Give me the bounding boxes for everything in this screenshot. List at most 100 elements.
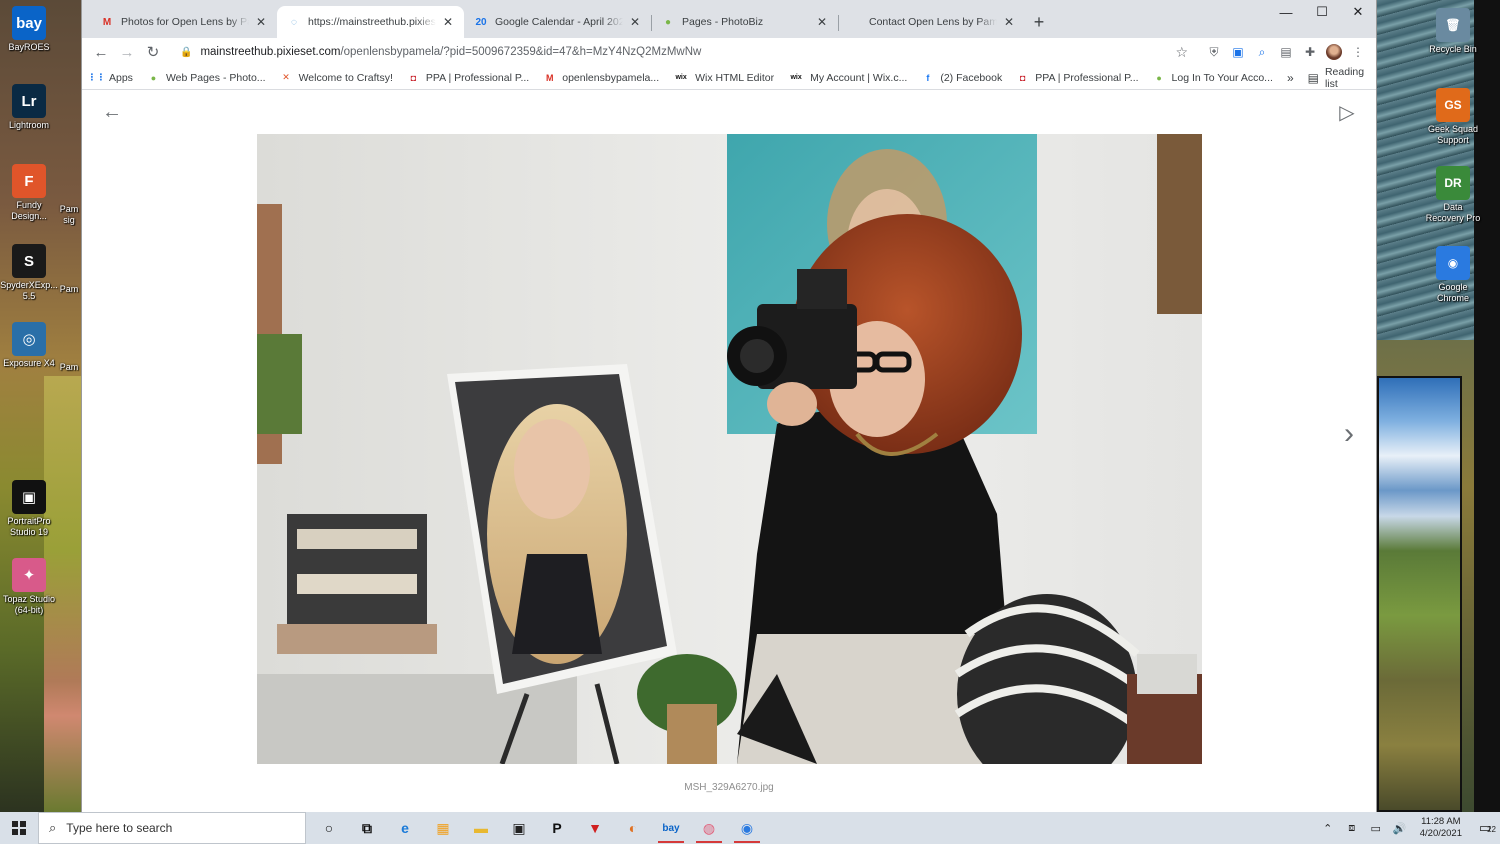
desktop-icon[interactable]: ◎ Exposure X4 bbox=[0, 322, 58, 369]
wallpaper-landscape bbox=[1377, 376, 1462, 812]
bookmark-label: (2) Facebook bbox=[940, 71, 1003, 84]
next-photo-icon[interactable]: › bbox=[1335, 417, 1363, 450]
reading-list-icon[interactable]: ▤ bbox=[1308, 71, 1319, 85]
bookmark-favicon-icon: ⋮⋮ bbox=[87, 72, 106, 82]
profile-avatar[interactable] bbox=[1322, 40, 1346, 64]
browser-toolbar: ← → ↻ 🔒 mainstreethub.pixieset.com /open… bbox=[82, 38, 1376, 66]
desktop-icon[interactable]: ✦ Topaz Studio (64-bit) bbox=[0, 558, 58, 616]
bookmark-item[interactable]: ✕ Welcome to Craftsy! bbox=[280, 71, 393, 84]
desktop-icon-label: Fundy Design... bbox=[11, 200, 47, 221]
extension-note-icon[interactable]: ▤ bbox=[1274, 40, 1298, 64]
desktop-icon[interactable]: bay BayROES bbox=[0, 6, 58, 53]
taskbar-app-edge[interactable]: e bbox=[386, 812, 424, 844]
volume-icon[interactable]: 🔊 bbox=[1388, 822, 1412, 835]
bookmark-item[interactable]: ◘ PPA | Professional P... bbox=[1016, 71, 1139, 84]
tray-app-icon[interactable]: ⧈ bbox=[1340, 822, 1364, 835]
desktop-icon-label-partial[interactable]: Pam sig bbox=[56, 204, 82, 226]
extensions-puzzle-icon[interactable]: ✚ bbox=[1298, 40, 1322, 64]
tab-title: Photos for Open Lens by Pamela bbox=[121, 16, 249, 28]
browser-tab[interactable]: M Photos for Open Lens by Pamela ✕ bbox=[90, 6, 277, 38]
desktop-icon[interactable]: 🗑 Recycle Bin bbox=[1424, 8, 1482, 55]
new-tab-button[interactable]: + bbox=[1025, 6, 1053, 38]
bookmark-star-icon[interactable]: ☆ bbox=[1175, 44, 1188, 61]
desktop-icon-label: Google Chrome bbox=[1436, 282, 1469, 303]
desktop-icon[interactable]: Lr Lightroom bbox=[0, 84, 58, 131]
bookmark-label: Wix HTML Editor bbox=[695, 71, 775, 84]
app-red-icon: ▼ bbox=[588, 820, 602, 836]
back-button[interactable]: ← bbox=[88, 39, 114, 65]
extension-square-icon[interactable]: ▣ bbox=[1226, 40, 1250, 64]
desktop-icon[interactable]: GS Geek Squad Support bbox=[1424, 88, 1482, 146]
clock[interactable]: 11:28 AM 4/20/2021 bbox=[1412, 816, 1470, 840]
desktop-icon-label-partial[interactable]: Pam bbox=[56, 284, 82, 295]
bookmark-item[interactable]: wix Wix HTML Editor bbox=[673, 71, 774, 84]
browser-menu-icon[interactable]: ⋮ bbox=[1346, 40, 1370, 64]
taskbar-app-app-pink[interactable]: ◍ bbox=[690, 812, 728, 844]
app-pink-icon: ◍ bbox=[702, 819, 716, 836]
taskbar-app-app-circle[interactable]: ◐ bbox=[614, 812, 652, 844]
taskbar-app-file-explorer[interactable]: ▬ bbox=[462, 812, 500, 844]
reading-list-button[interactable]: Reading list bbox=[1325, 66, 1368, 90]
bookmark-item[interactable]: Mopenlensbypamela... bbox=[543, 71, 659, 84]
bookmark-item[interactable]: ⋮⋮ Apps bbox=[87, 71, 133, 84]
tab-close-icon[interactable]: ✕ bbox=[627, 15, 643, 29]
reload-button[interactable]: ↻ bbox=[140, 39, 166, 65]
desktop-icon[interactable]: ◉ Google Chrome bbox=[1424, 246, 1482, 304]
tab-close-icon[interactable]: ✕ bbox=[440, 15, 456, 29]
address-bar[interactable]: 🔒 mainstreethub.pixieset.com /openlensby… bbox=[172, 40, 1196, 64]
taskbar-app-app-orange[interactable]: ▦ bbox=[424, 812, 462, 844]
file-explorer-icon: ▬ bbox=[474, 820, 488, 836]
bookmark-item[interactable]: ◘ PPA | Professional P... bbox=[407, 71, 530, 84]
tab-favicon-icon: ● bbox=[664, 16, 672, 28]
gallery-photo[interactable] bbox=[257, 134, 1202, 764]
bookmark-favicon-icon: ◘ bbox=[410, 72, 417, 83]
tab-close-icon[interactable]: ✕ bbox=[814, 15, 830, 29]
bookmark-item[interactable]: ● Web Pages - Photo... bbox=[147, 71, 266, 84]
close-window-button[interactable]: ✕ bbox=[1340, 0, 1376, 24]
desktop-icon[interactable]: S SpyderXExp... 5.5 bbox=[0, 244, 58, 302]
browser-tab[interactable]: ● Pages - PhotoBiz ✕ bbox=[651, 6, 838, 38]
bookmark-item[interactable]: f (2) Facebook bbox=[921, 71, 1002, 84]
taskbar-app-app-p[interactable]: P bbox=[538, 812, 576, 844]
taskbar-app-store[interactable]: ▣ bbox=[500, 812, 538, 844]
taskbar-search-input[interactable]: ⌕ Type here to search bbox=[38, 812, 306, 844]
notifications-icon[interactable]: ▭ 22 bbox=[1470, 820, 1500, 836]
system-tray: ⌃ ⧈ ▭ 🔊 11:28 AM 4/20/2021 ▭ 22 bbox=[1316, 812, 1500, 844]
bookmark-item[interactable]: wix My Account | Wix.c... bbox=[788, 71, 907, 84]
maximize-button[interactable]: ☐ bbox=[1304, 0, 1340, 24]
app-icon: DR bbox=[1436, 166, 1470, 200]
taskbar-app-chrome[interactable]: ◉ bbox=[728, 812, 766, 844]
edge-icon: e bbox=[401, 820, 409, 836]
taskbar-app-task-view[interactable]: ⧉ bbox=[348, 812, 386, 844]
desktop-icon[interactable]: ▣ PortraitPro Studio 19 bbox=[0, 480, 58, 538]
start-button[interactable] bbox=[0, 812, 38, 844]
desktop-icon-label-partial[interactable]: Pam bbox=[56, 362, 82, 373]
desktop-icon[interactable]: DR Data Recovery Pro bbox=[1424, 166, 1482, 224]
extension-search-icon[interactable]: ⌕ bbox=[1250, 40, 1274, 64]
taskbar-app-bayroes[interactable]: bay bbox=[652, 812, 690, 844]
shield-extension-icon[interactable]: ⛨ bbox=[1202, 40, 1226, 64]
bookmark-item[interactable]: ● Log In To Your Acco... bbox=[1153, 71, 1273, 84]
tab-favicon-icon: ◌ bbox=[291, 16, 297, 28]
taskbar-app-cortana[interactable]: ○ bbox=[310, 812, 348, 844]
taskbar-app-app-red[interactable]: ▼ bbox=[576, 812, 614, 844]
bookmark-favicon-icon: wix bbox=[790, 74, 802, 81]
tab-title: Google Calendar - April 2021 bbox=[495, 16, 623, 28]
cortana-icon: ○ bbox=[324, 820, 334, 836]
bookmarks-overflow-button[interactable]: » bbox=[1287, 71, 1294, 85]
browser-tab[interactable]: ◌ https://mainstreethub.pixieset.co ✕ bbox=[277, 6, 464, 38]
forward-button[interactable]: → bbox=[114, 39, 140, 65]
browser-tab[interactable]: 20 Google Calendar - April 2021 ✕ bbox=[464, 6, 651, 38]
slideshow-play-icon[interactable]: ▷ bbox=[1333, 98, 1361, 126]
back-arrow-icon[interactable]: ← bbox=[98, 98, 126, 126]
tray-overflow-icon[interactable]: ⌃ bbox=[1316, 822, 1340, 835]
minimize-button[interactable]: — bbox=[1268, 0, 1304, 24]
tab-close-icon[interactable]: ✕ bbox=[1001, 15, 1017, 29]
task-view-icon: ⧉ bbox=[362, 819, 372, 836]
app-icon: ▣ bbox=[12, 480, 46, 514]
lock-icon[interactable]: 🔒 bbox=[180, 47, 192, 58]
desktop-icon[interactable]: F Fundy Design... bbox=[0, 164, 58, 222]
browser-tab[interactable]: Contact Open Lens by Pamela | W ✕ bbox=[838, 6, 1025, 38]
network-icon[interactable]: ▭ bbox=[1364, 822, 1388, 835]
tab-close-icon[interactable]: ✕ bbox=[253, 15, 269, 29]
